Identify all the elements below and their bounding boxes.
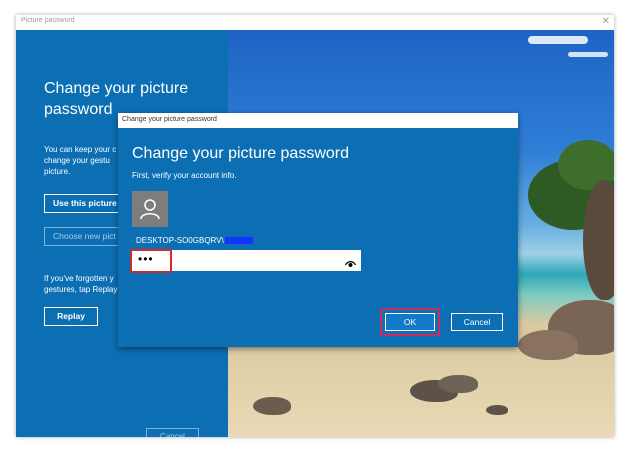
eye-icon-svg xyxy=(344,261,357,267)
dialog-subtitle: First, verify your account info. xyxy=(132,171,237,180)
cancel-button-background[interactable]: Cancel xyxy=(146,428,199,437)
rock xyxy=(583,180,614,300)
rock xyxy=(486,405,508,415)
cloud xyxy=(568,52,608,57)
password-highlight-box xyxy=(130,249,172,273)
rock xyxy=(518,330,578,360)
rock xyxy=(438,375,478,393)
use-this-picture-button[interactable]: Use this picture xyxy=(44,194,122,213)
window-title: Picture password xyxy=(21,17,75,24)
ok-button[interactable]: OK xyxy=(385,313,435,331)
description-text: You can keep your c change your gestu pi… xyxy=(44,145,117,176)
user-icon xyxy=(140,199,160,220)
replay-button[interactable]: Replay xyxy=(44,307,98,326)
dialog-heading: Change your picture password xyxy=(132,145,350,162)
redacted-username xyxy=(224,237,253,245)
avatar xyxy=(132,191,168,227)
forgot-gestures-text: If you've forgotten y gestures, tap Repl… xyxy=(44,274,118,294)
rock xyxy=(253,397,291,415)
cloud xyxy=(528,36,588,44)
account-name: DESKTOP-SO0GBQRV\ xyxy=(136,236,253,245)
cancel-button[interactable]: Cancel xyxy=(451,313,503,331)
dialog-title: Change your picture password xyxy=(122,116,217,123)
close-icon[interactable]: ✕ xyxy=(602,15,610,29)
window-titlebar: Picture password ✕ xyxy=(16,15,614,31)
account-name-text: DESKTOP-SO0GBQRV\ xyxy=(136,236,224,245)
dialog-titlebar: Change your picture password xyxy=(118,113,518,128)
choose-new-picture-button[interactable]: Choose new pict xyxy=(44,227,122,246)
change-password-dialog: Change your picture password Change your… xyxy=(118,113,518,347)
eye-icon[interactable] xyxy=(344,255,357,273)
